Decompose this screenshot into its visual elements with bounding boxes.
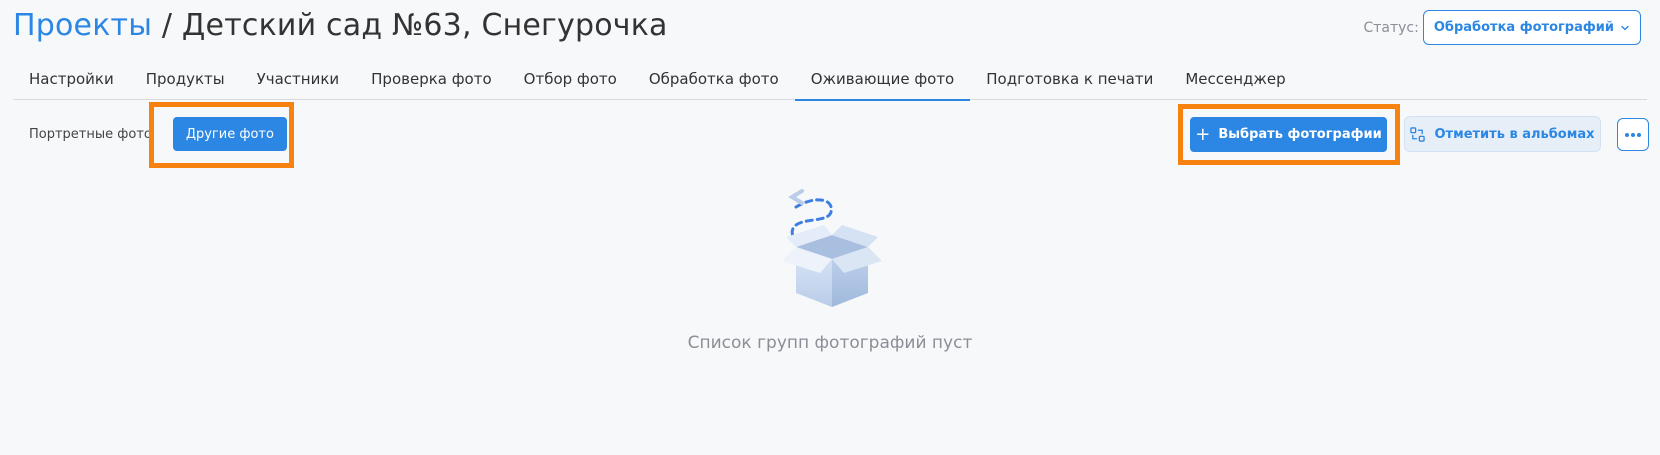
tab-living-photos[interactable]: Оживающие фото <box>794 58 971 101</box>
other-photos-button[interactable]: Другие фото <box>172 117 287 151</box>
mark-in-albums-label: Отметить в альбомах <box>1434 126 1595 142</box>
tab-photo-processing[interactable]: Обработка фото <box>633 58 795 100</box>
project-name: Детский сад №63, Снегурочка <box>181 8 668 43</box>
tab-messenger[interactable]: Мессенджер <box>1169 58 1301 100</box>
page: Проекты / Детский сад №63, Снегурочка Ст… <box>0 0 1660 455</box>
tab-settings[interactable]: Настройки <box>13 58 130 100</box>
status-label: Статус: <box>1363 19 1419 36</box>
plus-icon: + <box>1195 123 1211 145</box>
choose-photos-button[interactable]: + Выбрать фотографии <box>1190 117 1387 152</box>
tab-photo-selection[interactable]: Отбор фото <box>508 58 633 100</box>
choose-photos-label: Выбрать фотографии <box>1218 127 1382 142</box>
portrait-photos-toggle[interactable]: Портретные фото <box>29 127 152 142</box>
breadcrumb-separator: / <box>161 8 173 43</box>
tab-bar: Настройки Продукты Участники Проверка фо… <box>13 58 1647 101</box>
ellipsis-icon <box>1625 132 1641 137</box>
mark-in-albums-button[interactable]: Отметить в альбомах <box>1404 116 1601 152</box>
empty-state-text: Список групп фотографий пуст <box>687 333 973 353</box>
header: Проекты / Детский сад №63, Снегурочка Ст… <box>13 6 1660 50</box>
tab-participants[interactable]: Участники <box>241 58 356 100</box>
tab-print-preparation[interactable]: Подготовка к печати <box>970 58 1169 100</box>
status-control: Статус: Обработка фотографий <box>1363 10 1641 45</box>
tab-products[interactable]: Продукты <box>130 58 241 100</box>
status-dropdown[interactable]: Обработка фотографий <box>1422 10 1641 45</box>
tab-photo-check[interactable]: Проверка фото <box>355 58 508 100</box>
chevron-down-icon <box>1621 25 1629 30</box>
breadcrumb-projects-link[interactable]: Проекты <box>13 8 152 43</box>
open-box-icon <box>782 189 882 307</box>
swap-grid-icon <box>1410 126 1426 142</box>
more-actions-button[interactable] <box>1617 118 1649 151</box>
status-value: Обработка фотографий <box>1433 20 1614 35</box>
page-title: Проекты / Детский сад №63, Снегурочка <box>13 8 668 43</box>
photo-type-switch: Портретные фото Другие фото <box>29 117 287 151</box>
